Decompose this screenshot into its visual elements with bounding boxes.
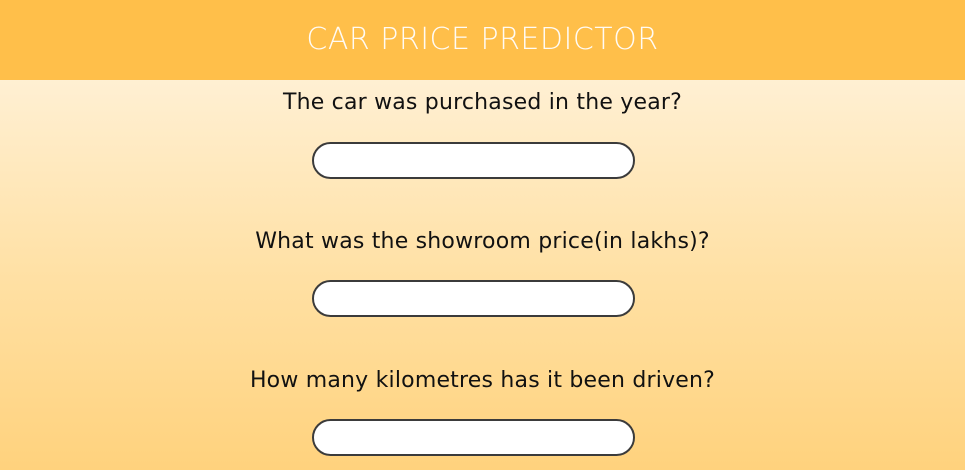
page-title: CAR PRICE PREDICTOR bbox=[306, 22, 659, 57]
question-kilometres-driven-label: How many kilometres has it been driven? bbox=[249, 368, 716, 393]
kilometres-driven-input[interactable] bbox=[312, 419, 635, 456]
showroom-price-input[interactable] bbox=[312, 280, 635, 317]
question-showroom-price-label: What was the showroom price(in lakhs)? bbox=[255, 229, 710, 254]
app-header: CAR PRICE PREDICTOR bbox=[0, 0, 965, 80]
prediction-form: The car was purchased in the year? What … bbox=[0, 80, 965, 470]
question-purchase-year-label: The car was purchased in the year? bbox=[282, 90, 683, 115]
purchase-year-input[interactable] bbox=[312, 142, 635, 179]
